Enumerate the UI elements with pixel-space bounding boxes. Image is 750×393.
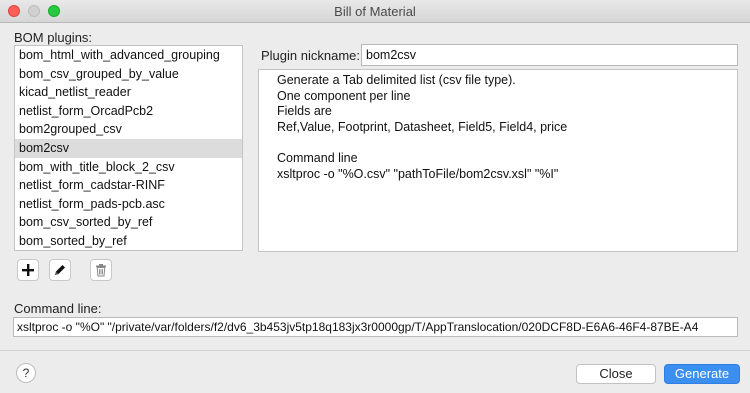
footer-divider [0, 350, 750, 351]
window-title: Bill of Material [334, 4, 416, 19]
list-item[interactable]: bom_sorted_by_ref [15, 232, 242, 250]
command-line-input[interactable]: xsltproc -o "%O" "/private/var/folders/f… [13, 317, 738, 337]
list-item[interactable]: bom2grouped_csv [15, 120, 242, 139]
bom-plugins-list[interactable]: bom_html_with_advanced_grouping bom_csv_g… [14, 45, 243, 251]
plus-icon [22, 264, 34, 276]
list-item[interactable]: netlist_form_OrcadPcb2 [15, 102, 242, 121]
close-button[interactable]: Close [576, 364, 656, 384]
plugin-nickname-label: Plugin nickname: [261, 48, 360, 63]
plugin-nickname-input[interactable]: bom2csv [361, 44, 738, 66]
list-item[interactable]: bom_csv_grouped_by_value [15, 65, 242, 84]
bom-plugins-label: BOM plugins: [14, 30, 93, 45]
trash-icon [96, 264, 106, 277]
help-button[interactable]: ? [16, 363, 36, 383]
generate-button[interactable]: Generate [664, 364, 740, 384]
title-bar: Bill of Material [0, 0, 750, 23]
description-line: Ref,Value, Footprint, Datasheet, Field5,… [277, 119, 568, 134]
description-line: Command line [277, 150, 358, 165]
plugin-description-text[interactable]: Generate a Tab delimited list (csv file … [258, 69, 738, 252]
bom-dialog-window: Bill of Material BOM plugins: bom_html_w… [0, 0, 750, 393]
list-item[interactable]: bom_csv_sorted_by_ref [15, 213, 242, 232]
remove-plugin-button[interactable] [90, 259, 112, 281]
command-line-label: Command line: [14, 301, 102, 316]
edit-plugin-button[interactable] [49, 259, 71, 281]
list-item[interactable]: bom_with_title_block_2_csv [15, 158, 242, 177]
pencil-icon [55, 265, 65, 275]
add-plugin-button[interactable] [17, 259, 39, 281]
description-line: Generate a Tab delimited list (csv file … [277, 73, 516, 87]
description-line: One component per line [277, 88, 411, 103]
list-item[interactable]: kicad_netlist_reader [15, 83, 242, 102]
list-item[interactable]: netlist_form_cadstar-RINF [15, 176, 242, 195]
list-item[interactable]: netlist_form_pads-pcb.asc [15, 195, 242, 214]
list-item[interactable]: bom_html_with_advanced_grouping [15, 46, 242, 65]
description-line: Fields are [277, 104, 332, 119]
list-item[interactable]: bom2csv [15, 138, 242, 158]
description-line: xsltproc -o "%O.csv" "pathToFile/bom2csv… [277, 166, 559, 181]
description-line [277, 135, 737, 151]
